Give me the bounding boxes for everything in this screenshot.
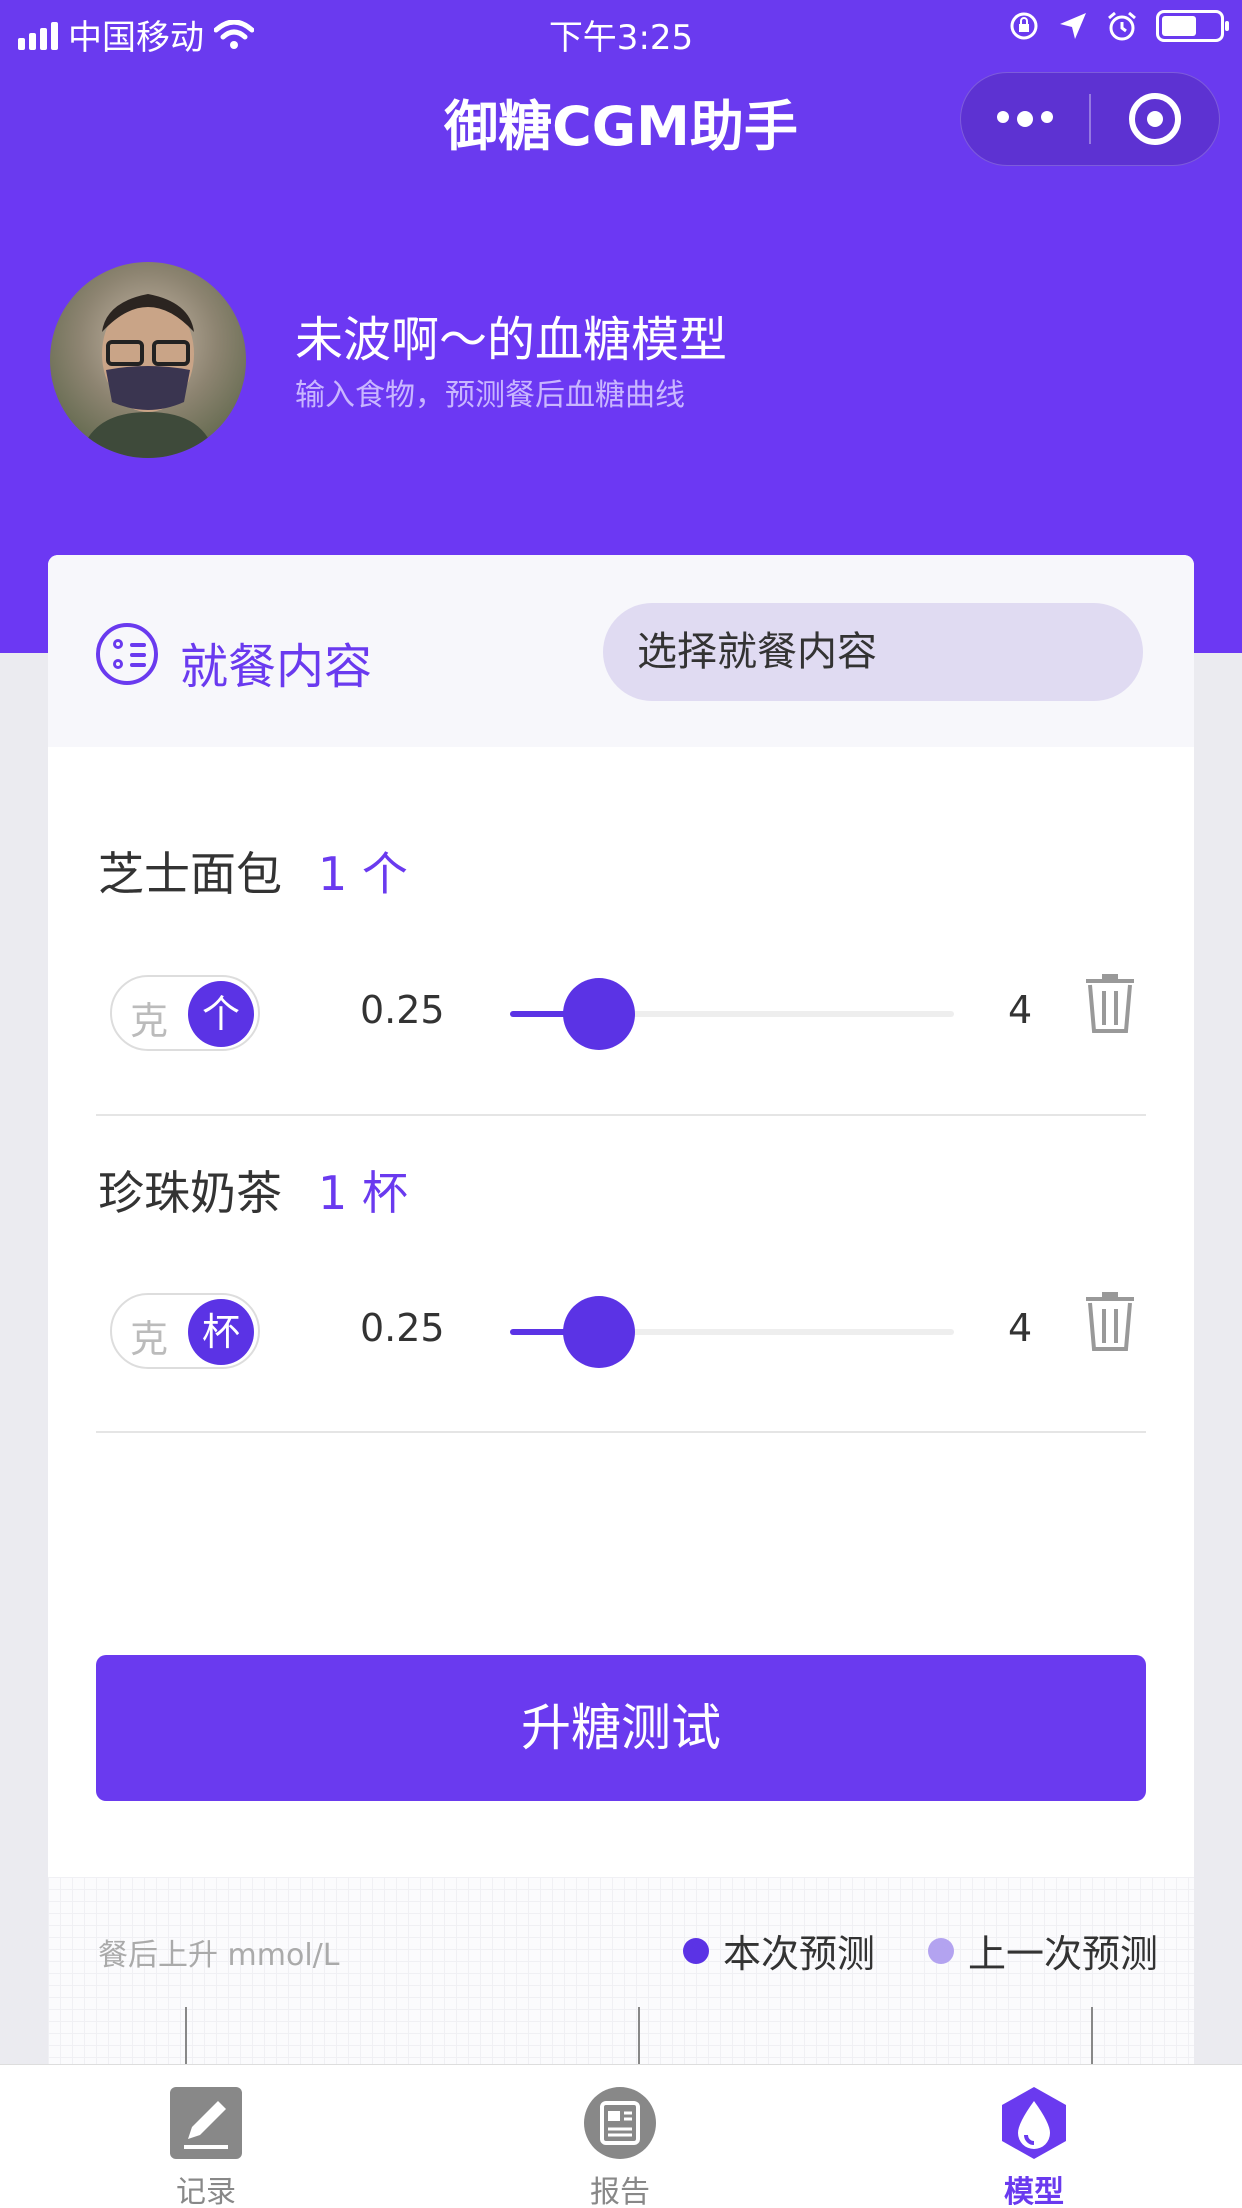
slider-thumb[interactable] bbox=[562, 1296, 635, 1368]
unit-cup-label[interactable]: 杯 bbox=[188, 1299, 254, 1365]
rotation-lock-icon bbox=[1010, 12, 1038, 40]
list-icon bbox=[96, 623, 158, 685]
tab-bar: 记录 报告 模型 bbox=[0, 2064, 1242, 2208]
avatar-image bbox=[80, 294, 216, 458]
model-title: 未波啊～的血糖模型 bbox=[295, 312, 728, 368]
tab-record[interactable]: 记录 bbox=[106, 2065, 306, 2208]
unit-toggle[interactable]: 克 个 bbox=[110, 975, 260, 1051]
legend-current-label: 本次预测 bbox=[723, 1932, 876, 1976]
food-quantity: 1 杯 bbox=[318, 1166, 408, 1220]
select-meal-button[interactable]: 选择就餐内容 bbox=[603, 603, 1143, 701]
tab-label: 报告 bbox=[590, 2175, 650, 2208]
battery-icon bbox=[1156, 10, 1229, 42]
droplet-hexagon-icon bbox=[1002, 2087, 1066, 2159]
tab-report[interactable]: 报告 bbox=[520, 2065, 720, 2208]
unit-gram-label[interactable]: 克 bbox=[130, 990, 168, 1045]
slider-min: 0.25 bbox=[360, 1306, 445, 1350]
pencil-square-icon bbox=[170, 2087, 242, 2159]
meal-label: 就餐内容 bbox=[180, 639, 373, 695]
alarm-icon bbox=[1108, 11, 1136, 41]
divider bbox=[96, 1114, 1146, 1116]
chart-y-axis-label: 餐后上升 mmol/L bbox=[98, 1938, 340, 1973]
status-bar: 中国移动 下午3:25 bbox=[0, 0, 1242, 60]
legend-previous-label: 上一次预测 bbox=[968, 1932, 1159, 1976]
trash-icon[interactable] bbox=[1084, 1291, 1136, 1351]
unit-piece-label[interactable]: 个 bbox=[188, 981, 254, 1047]
food-quantity: 1 个 bbox=[318, 847, 408, 901]
legend-previous: 上一次预测 bbox=[928, 1923, 1158, 1978]
meal-card-header: 就餐内容 选择就餐内容 bbox=[48, 555, 1194, 747]
quantity-slider[interactable] bbox=[510, 978, 954, 1050]
report-icon bbox=[584, 2087, 656, 2159]
meal-card: 就餐内容 选择就餐内容 芝士面包 1 个 克 个 0.25 4 珍珠奶茶 1 杯… bbox=[48, 555, 1194, 2075]
avatar bbox=[50, 262, 246, 458]
unit-gram-label[interactable]: 克 bbox=[130, 1308, 168, 1363]
trash-icon[interactable] bbox=[1084, 973, 1136, 1033]
slider-thumb[interactable] bbox=[562, 978, 635, 1050]
more-icon[interactable] bbox=[961, 111, 1089, 127]
legend-dot-current bbox=[683, 1937, 709, 1964]
glucose-test-button[interactable]: 升糖测试 bbox=[96, 1655, 1146, 1801]
food-name: 珍珠奶茶 bbox=[98, 1166, 282, 1220]
tab-label: 模型 bbox=[1004, 2175, 1064, 2208]
slider-max: 4 bbox=[1008, 1306, 1033, 1350]
miniprogram-capsule bbox=[960, 72, 1220, 166]
quantity-slider[interactable] bbox=[510, 1296, 954, 1368]
tab-label: 记录 bbox=[176, 2175, 236, 2208]
tab-model[interactable]: 模型 bbox=[934, 2065, 1134, 2208]
legend-current: 本次预测 bbox=[683, 1923, 875, 1978]
food-name: 芝士面包 bbox=[98, 847, 282, 901]
legend-dot-previous bbox=[928, 1937, 954, 1964]
close-miniprogram-button[interactable] bbox=[1091, 93, 1219, 145]
slider-max: 4 bbox=[1008, 988, 1033, 1032]
model-subtitle: 输入食物，预测餐后血糖曲线 bbox=[295, 378, 685, 413]
target-icon bbox=[1128, 93, 1181, 145]
location-icon bbox=[1060, 13, 1086, 39]
slider-min: 0.25 bbox=[360, 988, 445, 1032]
unit-toggle[interactable]: 克 杯 bbox=[110, 1293, 260, 1369]
divider bbox=[96, 1431, 1146, 1433]
